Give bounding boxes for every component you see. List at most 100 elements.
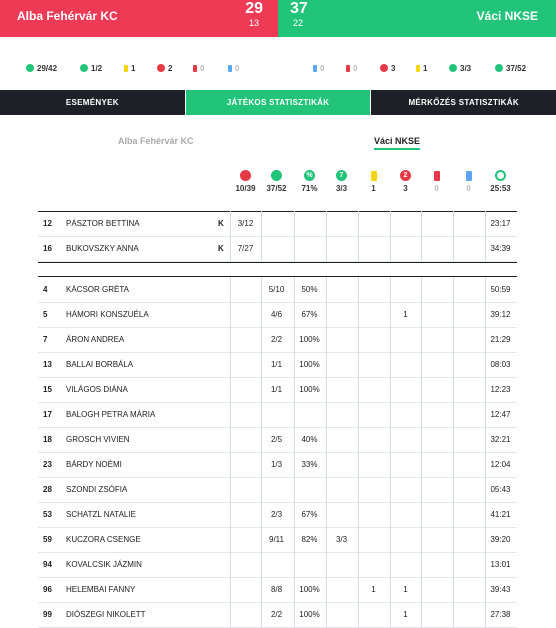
away-yellow-summary: 1 bbox=[416, 60, 427, 76]
goalkeeper-row[interactable]: 16 Bukovszky Anna K 7/27 34:39 bbox=[38, 236, 517, 262]
away-twomin-summary: 3 bbox=[380, 60, 395, 76]
away-score: 37 bbox=[290, 0, 308, 17]
goalkeeper-badge: K bbox=[218, 244, 224, 253]
player-row[interactable]: 23 Bárdy Noémi 1/3 33% 12:04 bbox=[38, 452, 517, 478]
shots-value: 2/5 bbox=[270, 435, 283, 444]
percent-icon: % bbox=[304, 170, 315, 181]
seven-meter-value bbox=[326, 327, 357, 352]
two-min-icon bbox=[157, 64, 165, 72]
time-value: 08:03 bbox=[490, 360, 511, 369]
time-value: 32:21 bbox=[490, 435, 511, 444]
two-min-value bbox=[390, 327, 421, 352]
column-divider bbox=[421, 236, 422, 261]
tab-events[interactable]: ESEMÉNYEK bbox=[0, 90, 185, 115]
blue-card-icon bbox=[313, 64, 317, 72]
away-red-value: 0 bbox=[353, 63, 358, 73]
player-number: 16 bbox=[43, 244, 52, 253]
column-divider bbox=[453, 602, 454, 627]
time-value: 39:12 bbox=[490, 310, 511, 319]
time-value: 34:39 bbox=[490, 244, 511, 253]
player-number: 23 bbox=[43, 460, 52, 469]
column-divider bbox=[453, 352, 454, 377]
team-selector-away-label: Váci NKSE bbox=[374, 136, 421, 146]
percent-value: 100% bbox=[299, 385, 320, 394]
column-divider bbox=[230, 452, 231, 477]
tab-player-stats[interactable]: JÁTÉKOS STATISZTIKÁK bbox=[184, 90, 371, 115]
player-row[interactable]: 15 Világos Diána 1/1 100% 12:23 bbox=[38, 377, 517, 403]
column-divider bbox=[453, 577, 454, 602]
clock-icon bbox=[495, 170, 506, 181]
player-row[interactable]: 13 Ballai Borbála 1/1 100% 08:03 bbox=[38, 352, 517, 378]
column-total-two-min: 3 bbox=[403, 184, 408, 193]
column-divider bbox=[230, 352, 231, 377]
tab-match-stats[interactable]: MÉRKŐZÉS STATISZTIKÁK bbox=[370, 90, 556, 115]
away-penalty-value: 3/3 bbox=[460, 63, 472, 73]
player-row[interactable]: 99 Diószegi Nikolett 2/2 100% 1 27:38 bbox=[38, 602, 517, 628]
away-team-name[interactable]: Váci NKSE bbox=[477, 9, 538, 23]
time-value: 27:38 bbox=[490, 610, 511, 619]
yellow-card-icon bbox=[416, 64, 420, 72]
player-row[interactable]: 17 Balogh Petra Mária 12:47 bbox=[38, 402, 517, 428]
column-glyph: 7 bbox=[339, 172, 344, 179]
column-divider bbox=[358, 211, 359, 236]
time-value: 50:59 bbox=[490, 285, 511, 294]
percent-value: 50% bbox=[301, 285, 318, 294]
player-name: Balogh Petra Mária bbox=[66, 410, 156, 419]
player-row[interactable]: 94 Kovalcsik Jázmin 13:01 bbox=[38, 552, 517, 578]
team-selector-away[interactable]: Váci NKSE bbox=[374, 136, 421, 150]
player-name: Bukovszky Anna bbox=[66, 244, 139, 253]
home-team-name[interactable]: Alba Fehérvár KC bbox=[17, 9, 118, 23]
player-row[interactable]: 28 Szondi Zsófia 05:43 bbox=[38, 477, 517, 503]
home-twomin-value: 2 bbox=[168, 63, 173, 73]
player-row[interactable]: 96 Helembai Fanny 8/8 100% 1 1 39:43 bbox=[38, 577, 517, 603]
column-divider bbox=[261, 211, 262, 236]
seven-meter-value bbox=[326, 302, 357, 327]
column-divider bbox=[230, 427, 231, 452]
scoreboard: Alba Fehérvár KC 29 13 37 22 Váci NKSE bbox=[0, 0, 556, 37]
shots-value: 2/2 bbox=[270, 335, 283, 344]
column-divider bbox=[421, 452, 422, 477]
player-row[interactable]: 18 Grosch Vivien 2/5 40% 32:21 bbox=[38, 427, 517, 453]
home-team-panel[interactable]: Alba Fehérvár KC 29 13 bbox=[0, 0, 278, 37]
goalkeeper-row[interactable]: 12 Pásztor Bettina K 3/12 23:17 bbox=[38, 211, 517, 237]
two-min-icon: 2 bbox=[400, 170, 411, 181]
team-selector-home[interactable]: Alba Fehérvár KC bbox=[118, 136, 194, 146]
away-goals-summary: 37/52 bbox=[495, 60, 526, 76]
column-total-red-card: 0 bbox=[434, 184, 439, 193]
yellow-card-icon bbox=[124, 64, 128, 72]
away-team-panel[interactable]: 37 22 Váci NKSE bbox=[278, 0, 556, 37]
column-divider bbox=[453, 502, 454, 527]
player-name: Schatzl Natalie bbox=[66, 510, 136, 519]
penalty-icon bbox=[80, 64, 88, 72]
percent-value: 100% bbox=[299, 585, 320, 594]
home-goals-summary: 29/42 bbox=[26, 60, 57, 76]
column-divider bbox=[230, 277, 231, 302]
column-divider bbox=[453, 477, 454, 502]
two-min-value bbox=[390, 452, 421, 477]
player-number: 7 bbox=[43, 335, 48, 344]
player-name: Ballai Borbála bbox=[66, 360, 134, 369]
seven-meter-value bbox=[326, 577, 357, 602]
player-row[interactable]: 7 Áron Andrea 2/2 100% 21:29 bbox=[38, 327, 517, 353]
percent-value: 40% bbox=[301, 435, 318, 444]
seven-meter-value bbox=[326, 477, 357, 502]
home-halftime-score: 13 bbox=[248, 18, 259, 28]
shots-value: 1/1 bbox=[270, 385, 283, 394]
column-divider bbox=[421, 602, 422, 627]
percent-value bbox=[294, 552, 325, 577]
player-row[interactable]: 5 Hámori Konszuéla 4/6 67% 1 39:12 bbox=[38, 302, 517, 328]
column-divider bbox=[230, 477, 231, 502]
shots-value bbox=[261, 402, 292, 427]
two-min-value bbox=[390, 402, 421, 427]
player-row[interactable]: 4 Kácsor Gréta 5/10 50% 50:59 bbox=[38, 277, 517, 303]
column-divider bbox=[230, 552, 231, 577]
away-penalty-summary: 3/3 bbox=[449, 60, 471, 76]
player-row[interactable]: 59 Kuczora Csenge 9/11 82% 3/3 39:20 bbox=[38, 527, 517, 553]
column-divider bbox=[453, 402, 454, 427]
player-number: 17 bbox=[43, 410, 52, 419]
shots-value: 1/3 bbox=[270, 460, 283, 469]
player-name: Kácsor Gréta bbox=[66, 285, 129, 294]
player-row[interactable]: 53 Schatzl Natalie 2/3 67% 41:21 bbox=[38, 502, 517, 528]
two-min-icon bbox=[380, 64, 388, 72]
time-value: 41:21 bbox=[490, 510, 511, 519]
